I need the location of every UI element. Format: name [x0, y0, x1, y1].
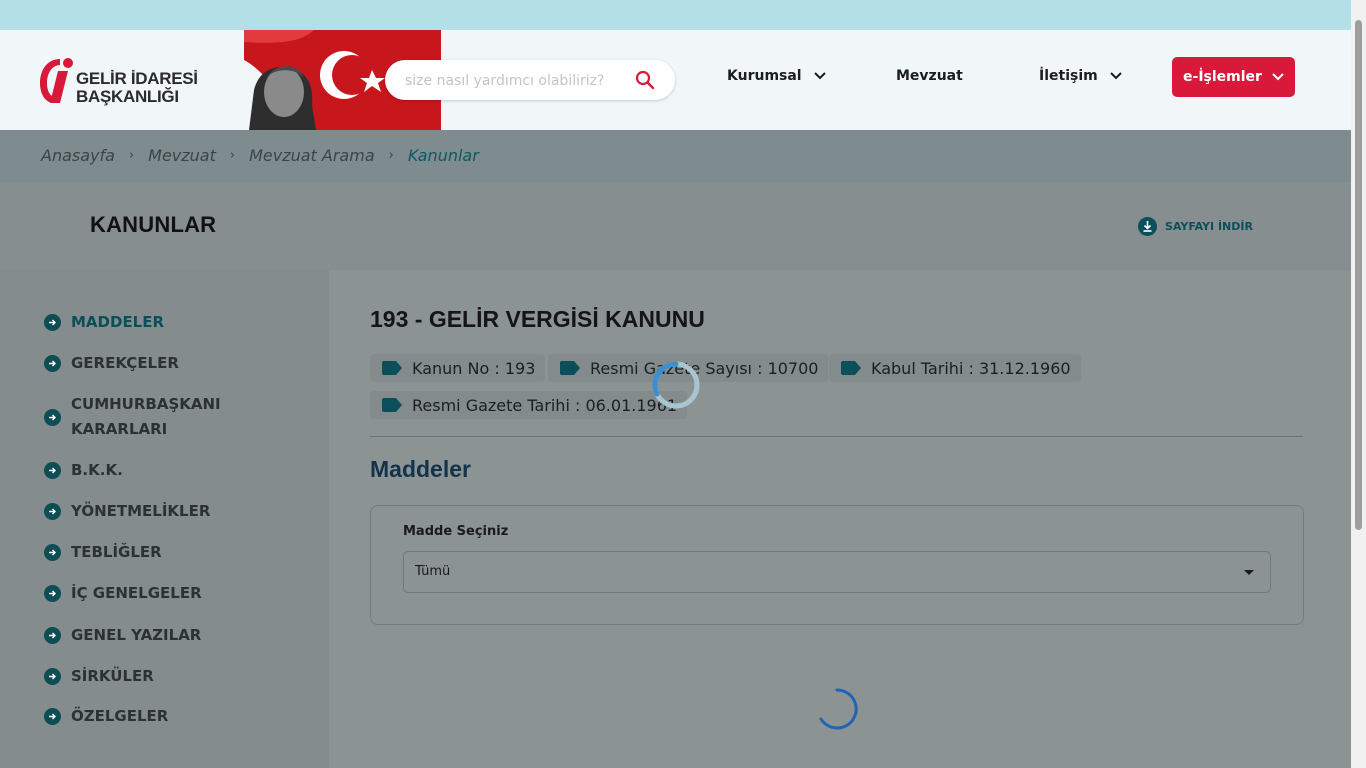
sidebar-item-label: YÖNETMELİKLER	[71, 502, 211, 520]
e-islemler-label: e-İşlemler	[1183, 69, 1262, 85]
tag-label: Resmi Gazete Sayısı : 10700	[590, 358, 819, 378]
tag-kabul-tarihi: Kabul Tarihi : 31.12.1960	[829, 354, 1081, 382]
breadcrumb-mevzuat-arama[interactable]: Mevzuat Arama	[249, 146, 375, 165]
chevron-down-icon	[1110, 72, 1122, 80]
arrow-right-icon	[44, 585, 61, 602]
breadcrumb-chevron-icon: ›	[229, 148, 236, 163]
download-page-button[interactable]: SAYFAYI İNDİR	[1138, 217, 1253, 236]
chevron-down-icon	[813, 72, 826, 80]
loading-spinner-icon	[652, 361, 700, 409]
sidebar-item-label: CUMHURBAŞKANI KARARLARI	[71, 395, 221, 438]
divider	[370, 436, 1303, 437]
nav-mevzuat[interactable]: Mevzuat	[896, 68, 963, 84]
breadcrumb: Anasayfa › Mevzuat › Mevzuat Arama › Kan…	[41, 146, 479, 165]
sidebar-item-label: SİRKÜLER	[71, 667, 154, 685]
gib-logo-icon	[40, 58, 73, 103]
search-icon[interactable]	[635, 70, 655, 90]
sidebar-item-sirkuler[interactable]: SİRKÜLER	[44, 664, 154, 689]
tag-label: Kanun No : 193	[412, 358, 536, 378]
breadcrumb-chevron-icon: ›	[128, 148, 135, 163]
sidebar-item-gerekceler[interactable]: GEREKÇELER	[44, 351, 179, 376]
madde-select-label: Madde Seçiniz	[403, 524, 509, 539]
download-icon	[1138, 217, 1157, 236]
sidebar-item-label: GENEL YAZILAR	[71, 626, 202, 644]
arrow-right-icon	[44, 355, 61, 372]
page-title: KANUNLAR	[90, 212, 217, 237]
download-label: SAYFAYI İNDİR	[1165, 220, 1253, 233]
tag-kanun-no: Kanun No : 193	[370, 354, 546, 382]
chevron-down-icon	[1272, 73, 1284, 81]
breadcrumb-mevzuat[interactable]: Mevzuat	[148, 146, 216, 165]
loading-spinner-icon	[819, 688, 858, 730]
sidebar-item-label: ÖZELGELER	[71, 707, 169, 725]
breadcrumb-kanunlar: Kanunlar	[407, 146, 479, 165]
arrow-right-icon	[44, 627, 61, 644]
search-box[interactable]	[385, 60, 675, 100]
logo-line1: GELİR İDARESİ	[76, 69, 198, 88]
madde-select-panel: Madde Seçiniz Tümü	[370, 505, 1304, 625]
nav-kurumsal-label: Kurumsal	[727, 68, 802, 84]
nav-iletisim[interactable]: İletişim	[1039, 68, 1122, 84]
sidebar-item-label: GEREKÇELER	[71, 354, 179, 372]
gib-logo[interactable]: GELİR İDARESİ BAŞKANLIĞI	[38, 57, 198, 107]
tag-label: Kabul Tarihi : 31.12.1960	[871, 358, 1071, 378]
sidebar-item-maddeler[interactable]: MADDELER	[44, 310, 164, 335]
site-header: GELİR İDARESİ BAŞKANLIĞI Kurumsal Mevzua…	[0, 30, 1351, 130]
dropdown-caret-icon	[1244, 570, 1254, 575]
breadcrumb-anasayfa[interactable]: Anasayfa	[41, 146, 115, 165]
tag-icon	[841, 361, 861, 375]
arrow-right-icon	[44, 668, 61, 685]
nav-mevzuat-label: Mevzuat	[896, 68, 963, 84]
arrow-right-icon	[44, 462, 61, 479]
law-title: 193 - GELİR VERGİSİ KANUNU	[370, 306, 705, 332]
arrow-right-icon	[44, 708, 61, 725]
tag-resmi-gazete-tarihi: Resmi Gazete Tarihi : 06.01.1961	[370, 391, 688, 419]
sidebar-item-label: B.K.K.	[71, 461, 123, 479]
tag-icon	[560, 361, 580, 375]
scrollbar-thumb[interactable]	[1355, 20, 1362, 530]
tag-icon	[382, 361, 402, 375]
arrow-right-icon	[44, 544, 61, 561]
search-input[interactable]	[403, 70, 627, 92]
top-strip	[0, 0, 1351, 30]
sidebar-item-bkk[interactable]: B.K.K.	[44, 458, 123, 483]
tag-label: Resmi Gazete Tarihi : 06.01.1961	[412, 395, 678, 415]
logo-line2: BAŞKANLIĞI	[76, 87, 179, 106]
sidebar-item-ozelgeler[interactable]: ÖZELGELER	[44, 704, 168, 729]
section-title-maddeler: Maddeler	[370, 456, 471, 482]
sidebar-item-genel-yazilar[interactable]: GENEL YAZILAR	[44, 623, 201, 648]
sidebar-item-ic-genelgeler[interactable]: İÇ GENELGELER	[44, 581, 202, 606]
sidebar-item-label: MADDELER	[71, 313, 165, 331]
sidebar-item-yonetmelikler[interactable]: YÖNETMELİKLER	[44, 499, 210, 524]
page-scrollbar[interactable]	[1351, 0, 1366, 768]
madde-select-value: Tümü	[415, 564, 451, 579]
tag-icon	[382, 398, 402, 412]
sidebar-item-label: İÇ GENELGELER	[71, 584, 202, 602]
arrow-right-icon	[44, 503, 61, 520]
arrow-right-icon	[44, 314, 61, 331]
sidebar-item-label: TEBLİĞLER	[71, 543, 162, 561]
arrow-right-icon	[44, 409, 61, 426]
e-islemler-button[interactable]: e-İşlemler	[1172, 57, 1295, 97]
nav-iletisim-label: İletişim	[1039, 68, 1098, 84]
sidebar-item-tebligler[interactable]: TEBLİĞLER	[44, 540, 162, 565]
breadcrumb-chevron-icon: ›	[388, 148, 394, 163]
sidebar-item-cumhurbaskani-kararlari[interactable]: CUMHURBAŞKANI KARARLARI	[44, 392, 244, 442]
nav-kurumsal[interactable]: Kurumsal	[727, 68, 826, 84]
madde-select[interactable]: Tümü	[403, 551, 1271, 593]
